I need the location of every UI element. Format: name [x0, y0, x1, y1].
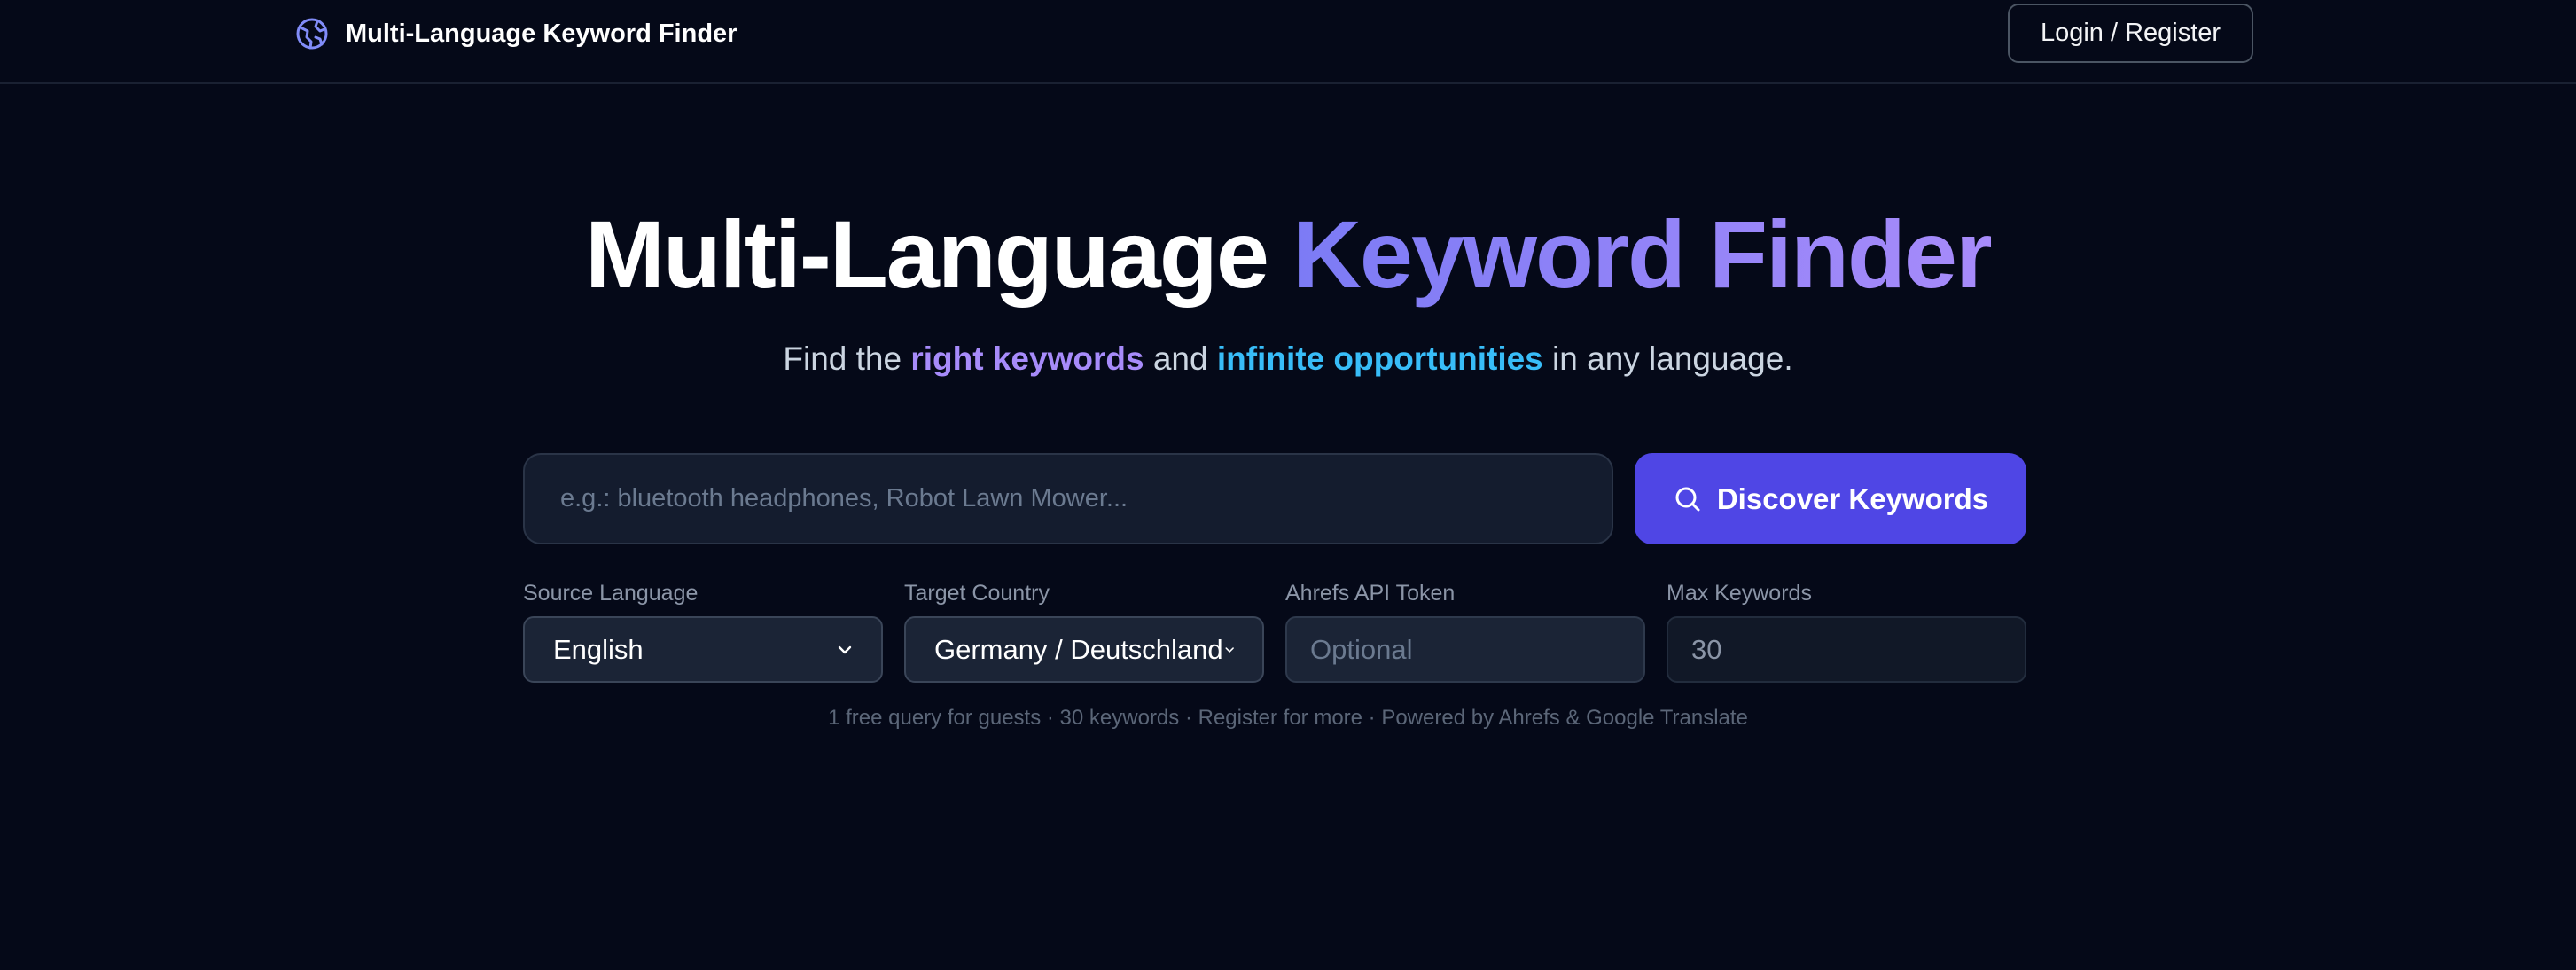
globe-icon — [296, 18, 328, 50]
chevron-down-icon — [1225, 646, 1234, 653]
source-language-value: English — [553, 633, 644, 665]
footnote: 1 free query for guests · 30 keywords · … — [828, 706, 1748, 730]
source-language-select[interactable]: English — [523, 616, 883, 683]
hero-title-gradient: Keyword Finder — [1292, 200, 1993, 308]
keyword-search-input[interactable] — [523, 453, 1613, 544]
hero-subtitle: Find the right keywords and infinite opp… — [0, 337, 2576, 381]
api-token-input[interactable] — [1310, 633, 1664, 666]
target-country-select[interactable]: Germany / Deutschland — [904, 616, 1264, 683]
target-country-label: Target Country — [904, 581, 1050, 606]
api-token-field — [1285, 616, 1664, 683]
api-token-label: Ahrefs API Token — [1285, 581, 1456, 606]
subtitle-part-3: in any language. — [1552, 340, 1793, 377]
source-language-label: Source Language — [523, 581, 699, 606]
chevron-down-icon — [838, 645, 852, 653]
subtitle-highlight-infinite-opportunities: infinite opportunities — [1216, 340, 1543, 377]
brand[interactable]: Multi-Language Keyword Finder — [294, 16, 737, 51]
login-register-button[interactable]: Login / Register — [2008, 4, 2253, 63]
max-keywords-field — [1667, 616, 2026, 683]
hero-title-plain: Multi-Language — [584, 200, 1269, 308]
discover-keywords-label: Discover Keywords — [1716, 481, 1989, 515]
search-icon — [1675, 487, 1700, 511]
brand-name: Multi-Language Keyword Finder — [346, 19, 738, 48]
subtitle-part-2: and — [1152, 340, 1208, 377]
subtitle-part-1: Find the — [783, 340, 902, 377]
hero-title: Multi-Language Keyword Finder — [0, 197, 2576, 312]
target-country-value: Germany / Deutschland — [934, 633, 1223, 665]
max-keywords-input[interactable] — [1691, 633, 2002, 666]
top-nav-bar: Multi-Language Keyword Finder Login / Re… — [0, 0, 2576, 84]
max-keywords-label: Max Keywords — [1667, 581, 1812, 606]
subtitle-highlight-right-keywords: right keywords — [910, 340, 1144, 377]
discover-keywords-button[interactable]: Discover Keywords — [1635, 453, 2026, 544]
